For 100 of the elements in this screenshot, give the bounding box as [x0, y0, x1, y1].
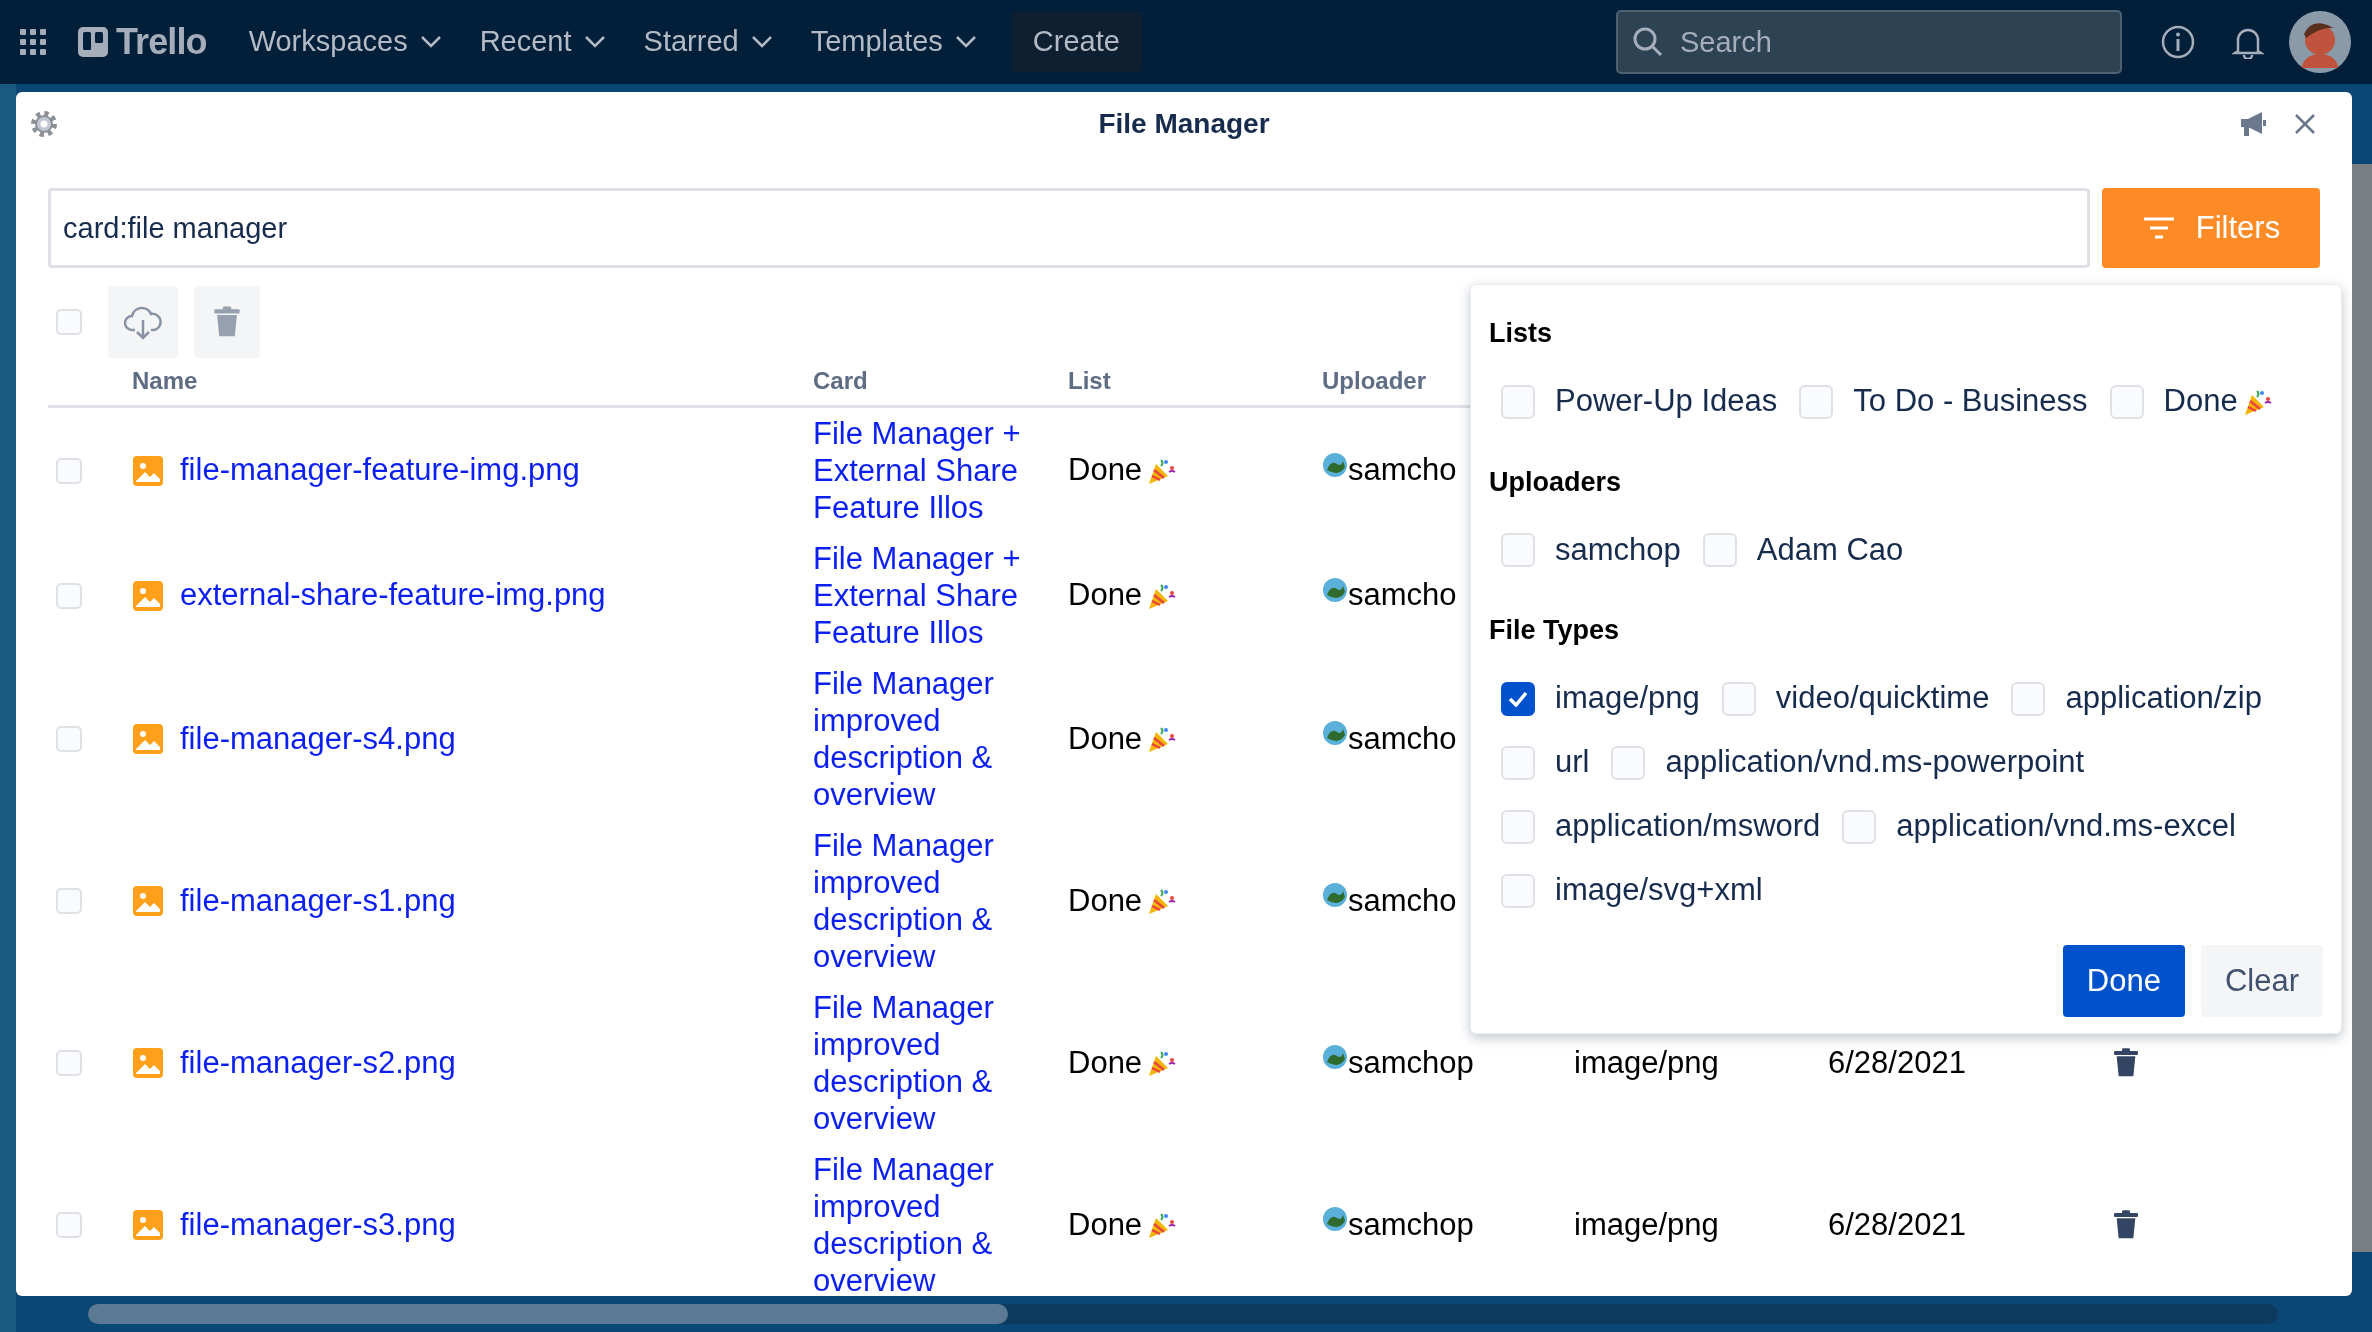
column-header: Card — [813, 366, 868, 396]
filter-option-label: application/msword — [1555, 807, 1821, 846]
card-link[interactable]: File Manager improved description & overview — [813, 989, 1068, 1137]
filter-option-label: video/quicktime — [1775, 679, 1990, 718]
file-name-link[interactable]: file-manager-s1.png — [180, 877, 456, 925]
download-button[interactable] — [108, 286, 178, 358]
delete-button[interactable] — [194, 286, 260, 358]
file-name-link[interactable]: external-share-feature-img.png — [180, 572, 606, 619]
party-popper-icon — [1146, 1210, 1177, 1240]
filter-option-label: application/zip — [2065, 679, 2262, 718]
done-button[interactable]: Done — [2062, 945, 2185, 1017]
uploader-name: samcho — [1348, 719, 1457, 758]
dialog-title: File Manager — [1098, 107, 1270, 141]
avatar-icon — [1322, 882, 1348, 908]
megaphone-icon[interactable] — [2238, 110, 2268, 138]
list-name: Done — [1068, 1043, 1143, 1082]
file-type: image/png — [1574, 1043, 1720, 1082]
list-name: Done — [1068, 719, 1143, 758]
image-file-icon — [132, 579, 164, 612]
uploader-name: samchop — [1348, 1205, 1474, 1244]
info-icon[interactable] — [2160, 24, 2196, 60]
column-header: Uploader — [1322, 366, 1426, 396]
filter-option-label: image/svg+xml — [1555, 871, 1763, 910]
avatar-icon — [1322, 576, 1348, 603]
settings-icon[interactable] — [28, 108, 60, 140]
avatar-icon — [1322, 1044, 1348, 1070]
list-name: Done — [1068, 451, 1143, 490]
upload-date: 6/28/2021 — [1828, 1043, 1967, 1082]
list-name: Done — [1068, 881, 1143, 920]
scrollbar[interactable] — [88, 1304, 2278, 1324]
filter-section-title: File Types — [1489, 614, 1621, 647]
row-checkbox[interactable] — [56, 1212, 82, 1238]
card-link[interactable]: File Manager improved description & overview — [813, 665, 1068, 813]
card-link[interactable]: File Manager + External Share Feature Illos — [813, 415, 1068, 526]
avatar-icon — [1322, 451, 1348, 478]
filter-option-label: application/vnd.ms-excel — [1896, 807, 2236, 846]
create-button[interactable]: Create — [1010, 12, 1142, 72]
list-name: Done — [1068, 1205, 1143, 1244]
filter-option-label: samchop — [1555, 530, 1681, 569]
nav-menu-button[interactable]: Starred — [629, 14, 787, 70]
checkmark-icon — [1508, 690, 1528, 707]
avatar-icon — [1322, 1206, 1348, 1232]
board-logo-icon[interactable] — [78, 27, 108, 57]
filter-option-label: image/png — [1555, 679, 1700, 718]
filter-section-title: Lists — [1489, 317, 1554, 350]
uploader-name: samcho — [1348, 451, 1457, 490]
file-name-link[interactable]: file-manager-s4.png — [180, 715, 456, 763]
search-field[interactable]: Search — [1616, 10, 2122, 74]
column-header: List — [1068, 366, 1111, 396]
clear-button[interactable]: Clear — [2200, 945, 2323, 1017]
party-popper-icon — [1146, 1048, 1177, 1078]
chevron-down-icon — [954, 35, 977, 49]
row-checkbox[interactable] — [56, 457, 82, 484]
avatar-icon[interactable] — [2288, 10, 2352, 74]
filter-option-label: Adam Cao — [1756, 530, 1904, 569]
row-checkbox[interactable] — [56, 582, 82, 609]
uploader-name: samcho — [1348, 576, 1457, 615]
chevron-down-icon — [419, 35, 442, 49]
filter-option-label: Done — [2163, 382, 2238, 421]
filter-section-title: Uploaders — [1489, 465, 1623, 499]
image-file-icon — [132, 723, 164, 755]
image-file-icon — [132, 454, 164, 487]
cloud-download-icon — [123, 304, 163, 340]
chevron-down-icon — [750, 35, 773, 49]
search-icon — [1632, 26, 1664, 58]
row-checkbox[interactable] — [56, 888, 82, 914]
nav-menu-button[interactable]: Templates — [796, 14, 991, 70]
file-name-link[interactable]: file-manager-s2.png — [180, 1039, 456, 1087]
card-link[interactable]: File Manager + External Share Feature Illos — [813, 540, 1068, 651]
file-name-link[interactable]: file-manager-s3.png — [180, 1201, 456, 1249]
filter-option-label: url — [1555, 743, 1590, 782]
image-file-icon — [132, 885, 164, 917]
filter-option-label: To Do - Business — [1853, 382, 2088, 421]
card-link[interactable]: File Manager improved description & overview — [813, 1151, 1068, 1296]
filter-option-label: Power-Up Ideas — [1555, 382, 1778, 421]
avatar-icon — [1322, 720, 1348, 746]
brand-name[interactable]: Trello — [116, 15, 207, 69]
search-input[interactable]: card:file manager — [48, 188, 2090, 268]
row-checkbox[interactable] — [56, 726, 82, 752]
nav-menu-button[interactable]: Workspaces — [234, 14, 456, 70]
image-file-icon — [132, 1209, 164, 1241]
column-header: Name — [132, 366, 198, 396]
list-name: Done — [1068, 576, 1143, 615]
file-type: image/png — [1574, 1205, 1720, 1244]
filter-checkbox[interactable] — [1501, 681, 1535, 716]
filter-icon — [2141, 216, 2176, 240]
row-checkbox[interactable] — [56, 1050, 82, 1076]
nav-menu-button[interactable]: Recent — [465, 14, 620, 70]
close-icon[interactable] — [2294, 113, 2316, 135]
uploader-name: samchop — [1348, 1043, 1474, 1082]
file-name-link[interactable]: file-manager-feature-img.png — [180, 447, 580, 494]
party-popper-icon — [1146, 724, 1177, 754]
row-checkbox[interactable] — [56, 309, 82, 335]
image-file-icon — [132, 1047, 164, 1079]
upload-date: 6/28/2021 — [1828, 1205, 1967, 1244]
chevron-down-icon — [583, 35, 606, 49]
app-grid-icon[interactable] — [20, 29, 46, 55]
filter-option-label: application/vnd.ms-powerpoint — [1665, 743, 2085, 782]
party-popper-icon — [1146, 886, 1177, 916]
card-link[interactable]: File Manager improved description & overview — [813, 827, 1068, 975]
